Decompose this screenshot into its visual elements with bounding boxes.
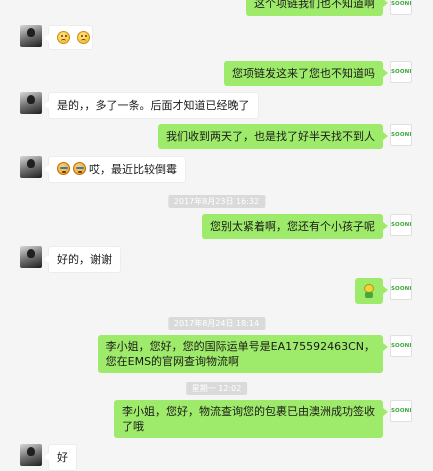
message-bubble-outgoing[interactable]: 李小姐，您好，物流查询您的包裹已由澳洲成功签收 了哦 xyxy=(114,400,388,438)
timestamp: 2017年8月23日 16:32 xyxy=(167,195,266,208)
green-creature-sticker-icon xyxy=(362,284,376,298)
soonfun-avatar[interactable]: SOONFUN xyxy=(390,335,412,357)
crying-face-icon xyxy=(57,162,70,175)
message-bubble-incoming[interactable]: 好的，谢谢 xyxy=(44,246,121,273)
user-avatar[interactable] xyxy=(20,92,42,114)
message-bubble-incoming[interactable]: 哎，最近比较倒霉 xyxy=(44,156,186,183)
message-bubble-incoming[interactable]: 好 xyxy=(44,444,77,471)
soonfun-avatar[interactable]: SOONFUN xyxy=(390,0,412,15)
user-avatar[interactable] xyxy=(20,156,42,178)
message-text: 哎，最近比较倒霉 xyxy=(89,163,177,176)
message-bubble-incoming[interactable]: 是的，，多了一条。后面才知道已经晚了 xyxy=(44,92,259,119)
message-bubble-outgoing[interactable]: 这个项链我们也不知道啊 xyxy=(246,0,388,16)
soonfun-avatar[interactable]: SOONFUN xyxy=(390,124,412,146)
message-bubble-outgoing[interactable]: 您项链发这来了您也不知道吗 xyxy=(224,61,388,86)
message-bubble-outgoing[interactable]: 您别太紧着啊，您还有个小孩子呢 xyxy=(202,214,388,239)
timestamp: 2017年8月24日 18:14 xyxy=(167,317,266,330)
soonfun-avatar[interactable]: SOONFUN xyxy=(390,278,412,300)
message-bubble-outgoing[interactable]: 李小姐，您好，您的国际运单号是EA175592463CN， 您在EMS的官网查询… xyxy=(97,335,389,373)
message-text-line: 您在EMS的官网查询物流啊 xyxy=(105,355,240,368)
message-bubble-outgoing[interactable] xyxy=(355,278,388,304)
message-bubble-incoming[interactable] xyxy=(44,25,93,50)
timestamp: 星期一 12:02 xyxy=(185,382,248,395)
soonfun-avatar[interactable]: SOONFUN xyxy=(390,214,412,236)
message-text-line: 李小姐，您好，物流查询您的包裹已由澳洲成功签收 xyxy=(122,405,375,418)
crying-face-icon xyxy=(73,162,86,175)
sad-face-icon xyxy=(76,31,90,44)
user-avatar[interactable] xyxy=(20,246,42,268)
message-text-line: 李小姐，您好，您的国际运单号是EA175592463CN， xyxy=(105,340,375,353)
user-avatar[interactable] xyxy=(20,444,42,466)
message-text-line: 了哦 xyxy=(122,420,144,433)
soonfun-avatar[interactable]: SOONFUN xyxy=(390,400,412,422)
message-bubble-outgoing[interactable]: 我们收到两天了，也是找了好半天找不到人 xyxy=(158,124,388,149)
user-avatar[interactable] xyxy=(20,25,42,47)
soonfun-avatar[interactable]: SOONFUN xyxy=(390,61,412,83)
sad-face-icon xyxy=(57,31,70,44)
